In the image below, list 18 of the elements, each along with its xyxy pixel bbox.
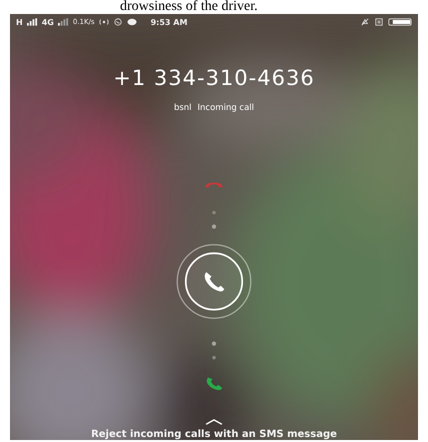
chat-icon — [112, 18, 123, 26]
signal-icon — [58, 18, 69, 26]
network-type: 4G — [42, 18, 54, 27]
call-status: Incoming call — [198, 103, 254, 114]
network-type: H — [16, 18, 23, 27]
dots-drawing — [211, 341, 217, 362]
document-text: drowsiness of the driver. — [119, 0, 258, 14]
phone-icon[interactable] — [204, 376, 224, 391]
dots-drawing — [211, 210, 217, 232]
reject-sms-hint[interactable]: Reject incoming calls with an SMS message — [91, 429, 337, 440]
carrier-name: bsnl — [174, 103, 192, 114]
message-icon — [126, 18, 137, 26]
chevron-up-icon[interactable] — [205, 418, 223, 425]
hotspot-icon — [98, 18, 109, 26]
caller-number: +1 334-310-4636 — [113, 66, 315, 90]
signal-icon — [26, 18, 38, 26]
status-time: 9:53 AM — [150, 18, 188, 27]
battery-icon — [388, 18, 412, 26]
